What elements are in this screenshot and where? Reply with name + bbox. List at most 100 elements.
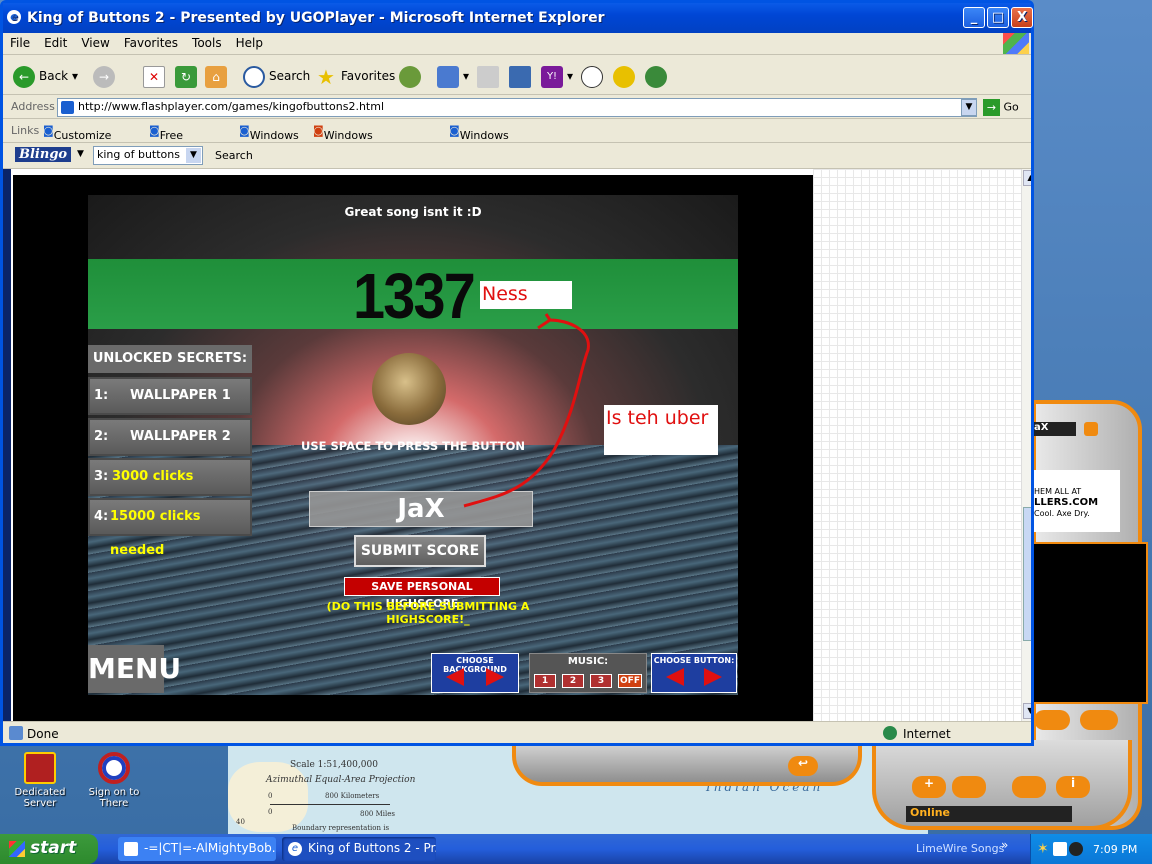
messenger-chat-icon[interactable] (952, 776, 986, 798)
yahoo-button[interactable]: Y! ▾ (541, 63, 573, 89)
print-button[interactable] (477, 63, 503, 89)
secret-row-1[interactable]: 1: WALLPAPER 1 (88, 377, 252, 415)
tray-steam-icon[interactable] (1069, 842, 1083, 856)
menu-help[interactable]: Help (229, 33, 270, 53)
messenger-button[interactable] (581, 63, 607, 89)
link-free-hotmail[interactable]: ◙ Free Hotmail (149, 124, 203, 155)
link-windows[interactable]: ◙ Windows (239, 124, 299, 142)
messenger-games-icon[interactable] (1012, 776, 1046, 798)
blingo-menu-icon[interactable]: ▼ (77, 149, 84, 159)
search-button[interactable]: Search (243, 63, 310, 89)
taskbar-item-ie[interactable]: e King of Buttons 2 - Pr... (282, 837, 436, 861)
messenger-game-icon[interactable] (1080, 710, 1118, 730)
submit-score-button[interactable]: SUBMIT SCORE (354, 535, 486, 567)
menu-button[interactable]: MENU (88, 645, 181, 693)
minimize-button[interactable]: _ (963, 7, 985, 28)
ie-logo-icon: e (7, 10, 21, 24)
messenger-status-value: Online (910, 806, 951, 819)
refresh-button[interactable]: ↻ (175, 63, 201, 89)
menu-file[interactable]: File (3, 33, 37, 53)
blingo-search-button[interactable]: Search (215, 149, 253, 162)
annotation-uber: Is teh uber (604, 405, 718, 455)
go-button[interactable]: → Go (983, 99, 1019, 116)
back-arrow-icon: ← (13, 65, 35, 88)
red-arrow-scribble (463, 313, 590, 508)
secret-label: WALLPAPER 1 (130, 388, 231, 403)
desktop-icon-label: Dedicated Server (14, 787, 66, 809)
menu-view[interactable]: View (74, 33, 116, 53)
windows-flag-small-icon: ◙ (313, 124, 324, 137)
vertical-scrollbar[interactable]: ▲ ▼ (1021, 169, 1031, 721)
page-content: Great song isnt it :D 1337 Ness UNLOCKED… (11, 169, 1031, 721)
link-page-icon: ◙ (149, 124, 160, 137)
stop-button[interactable]: ✕ (143, 63, 169, 89)
link-windows-media[interactable]: ◙ Windows Media (449, 124, 509, 155)
limewire-songs-toolbar[interactable]: LimeWire Songs (916, 842, 1004, 855)
music-off-button[interactable]: OFF (618, 674, 642, 688)
taskbar: start -=|CT|=-AlMightyBob... e King of B… (0, 834, 1152, 864)
menu-tools[interactable]: Tools (185, 33, 229, 53)
music-1-button[interactable]: 1 (534, 674, 556, 688)
messenger-ad-line: LLERS.COM (1034, 497, 1099, 508)
forward-button[interactable]: → (93, 63, 119, 89)
history-button[interactable] (399, 63, 425, 89)
address-input[interactable]: http://www.flashplayer.com/games/kingofb… (57, 98, 977, 117)
button-next-arrow-icon[interactable] (704, 668, 722, 686)
link-page-icon: ◙ (43, 124, 54, 137)
messenger-add-icon[interactable]: + (912, 776, 946, 798)
home-button[interactable]: ⌂ (205, 63, 231, 89)
scroll-thumb[interactable] (1023, 507, 1031, 641)
flash-game[interactable]: Great song isnt it :D 1337 Ness UNLOCKED… (13, 175, 813, 721)
desktop-icon-dedicated-server[interactable]: Dedicated Server (0, 752, 80, 809)
king-button-orb[interactable] (372, 353, 446, 425)
blingo-dropdown-icon[interactable]: ▼ (186, 148, 201, 163)
taskbar-item-label: King of Buttons 2 - Pr... (308, 841, 436, 855)
blingo-search-input[interactable]: king of buttons ▼ (93, 146, 203, 165)
scroll-down-arrow-icon[interactable]: ▼ (1023, 703, 1031, 719)
address-dropdown-icon[interactable]: ▼ (961, 99, 977, 116)
link-customize[interactable]: ◙ Customize Links (43, 124, 111, 155)
map-latitude: 40 (236, 818, 245, 826)
desktop-icon-sign-on-to-there[interactable]: Sign on to There (74, 752, 154, 809)
yahoo-messenger-button[interactable] (613, 63, 639, 89)
save-highscore-button[interactable]: SAVE PERSONAL HIGHSCORE (344, 577, 500, 610)
button-prev-arrow-icon[interactable] (666, 668, 684, 686)
messenger-ad-line: HEM ALL AT (1034, 487, 1082, 496)
music-2-button[interactable]: 2 (562, 674, 584, 688)
blingo-logo[interactable]: Blingo (15, 147, 72, 162)
close-button[interactable]: X (1011, 7, 1033, 28)
messenger-back-arrow-icon[interactable]: ↩ (788, 756, 818, 776)
page-icon (61, 101, 74, 114)
start-button[interactable]: start (0, 834, 98, 864)
menu-favorites[interactable]: Favorites (117, 33, 185, 53)
title-bar[interactable]: e King of Buttons 2 - Presented by UGOPl… (3, 3, 1033, 33)
messenger-status-select[interactable]: Online (906, 806, 1072, 822)
page-background-grid (813, 169, 1021, 721)
messenger-info-icon[interactable]: i (1056, 776, 1090, 798)
tray-window-icon[interactable] (1053, 842, 1067, 856)
links-bar: Links ◙ Customize Links ◙ Free Hotmail ◙… (3, 119, 1031, 155)
mail-button[interactable]: ▾ (437, 63, 469, 89)
links-label: Links (11, 124, 40, 137)
messenger-pen-icon[interactable] (1034, 710, 1070, 730)
taskbar-item-chat[interactable]: -=|CT|=-AlMightyBob... (118, 837, 276, 861)
msn-button[interactable] (645, 63, 671, 89)
toolbar-expand-icon[interactable]: » (1001, 838, 1008, 852)
favorites-button[interactable]: ★ Favorites (315, 63, 395, 89)
edit-button[interactable] (509, 63, 535, 89)
printer-icon (477, 65, 499, 88)
maximize-button[interactable]: □ (987, 7, 1009, 28)
menu-edit[interactable]: Edit (37, 33, 74, 53)
back-button[interactable]: ← Back ▾ (13, 63, 78, 89)
forward-arrow-icon: → (93, 65, 115, 88)
messenger-ad[interactable]: HEM ALL AT LLERS.COM Cool. Axe Dry. (1032, 470, 1120, 532)
messenger-settings-icon[interactable] (1084, 422, 1098, 436)
link-windows-marketplace[interactable]: ◙ Windows Marketplace (313, 124, 391, 155)
music-3-button[interactable]: 3 (590, 674, 612, 688)
background-next-arrow-icon[interactable] (486, 668, 504, 686)
messenger-name-tag: aX (1032, 422, 1076, 436)
ie-small-icon: e (288, 842, 302, 856)
tray-star-icon[interactable]: ✶ (1037, 842, 1051, 856)
scroll-up-arrow-icon[interactable]: ▲ (1023, 170, 1031, 186)
background-prev-arrow-icon[interactable] (446, 668, 464, 686)
